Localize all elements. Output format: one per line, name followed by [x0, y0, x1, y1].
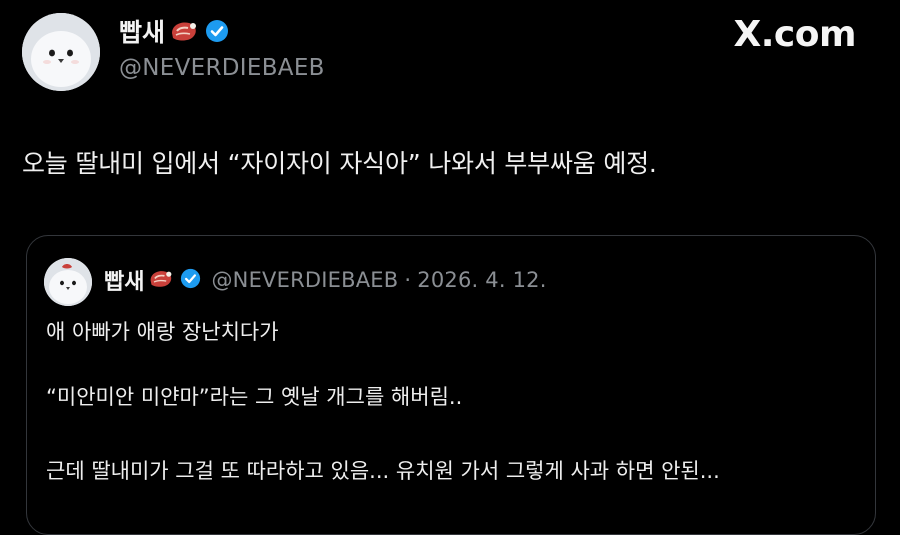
quoted-header: 빱새 @NEVERDIEBAEB · 2026. 4. 12.	[104, 262, 547, 298]
quoted-text-line: 애 아빠가 애랑 장난치다가	[46, 320, 279, 344]
author-name-row: 빱새	[119, 16, 229, 50]
verified-icon	[205, 19, 229, 47]
tweet-text: 오늘 딸내미 입에서 “자이자이 자식아” 나와서 부부싸움 예정.	[22, 149, 657, 178]
quoted-text-line: 근데 딸내미가 그걸 또 따라하고 있음... 유치원 가서 그렇게 사과 하면…	[46, 459, 720, 483]
quoted-date[interactable]: 2026. 4. 12.	[417, 268, 546, 292]
author-avatar[interactable]	[22, 13, 100, 91]
meat-icon	[148, 268, 174, 293]
author-handle[interactable]: @NEVERDIEBAEB	[119, 55, 325, 81]
meat-icon	[169, 19, 199, 47]
bird-avatar-image	[22, 13, 100, 91]
quoted-author-avatar[interactable]	[44, 258, 92, 306]
verified-icon	[180, 268, 201, 293]
brand-label: X.com	[733, 14, 856, 55]
quoted-author-handle[interactable]: @NEVERDIEBAEB	[211, 268, 398, 292]
quoted-text-line: “미안미안 미얀마”라는 그 옛날 개그를 해버림..	[46, 385, 463, 409]
quoted-author-name[interactable]: 빱새	[104, 264, 144, 296]
bird-avatar-image	[44, 258, 92, 306]
author-name[interactable]: 빱새	[119, 17, 165, 49]
separator-dot: ·	[404, 268, 412, 292]
